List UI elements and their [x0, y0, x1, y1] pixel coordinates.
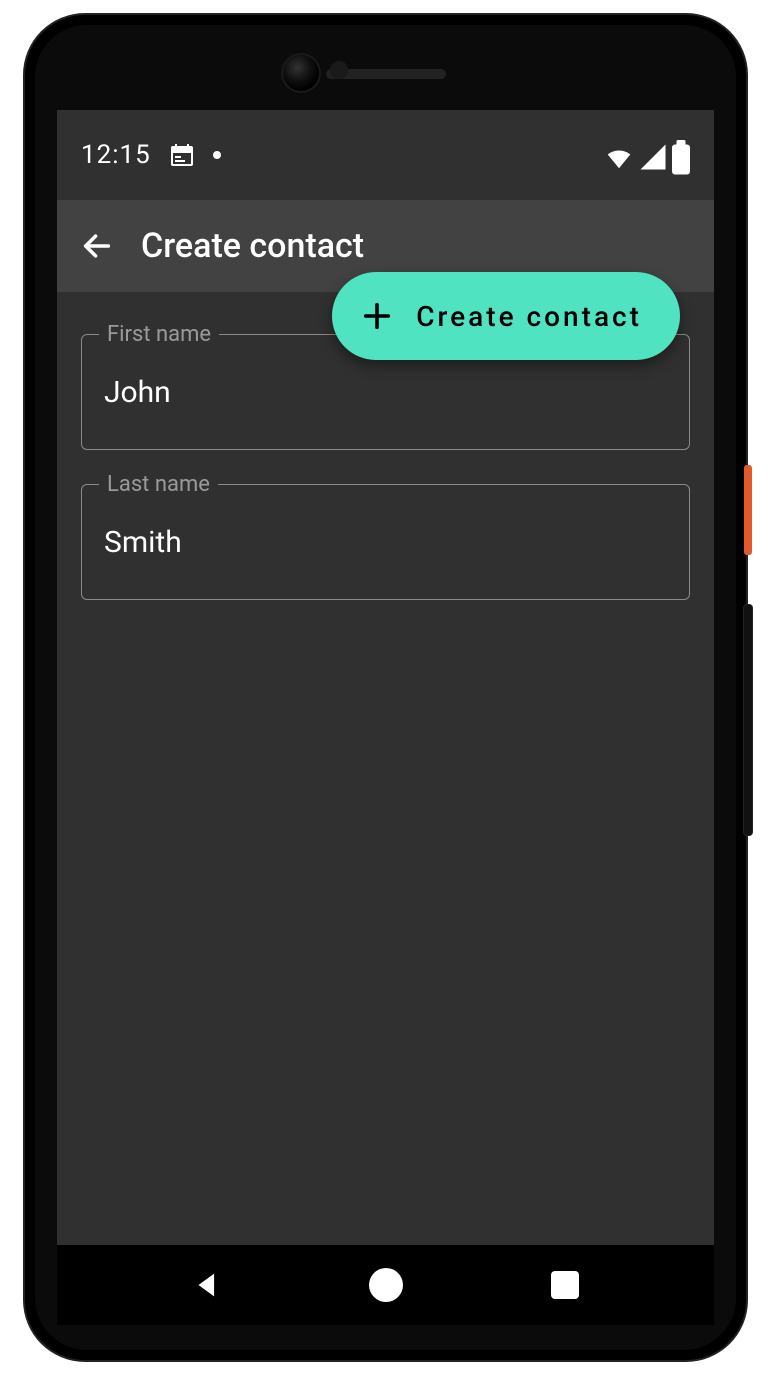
back-button[interactable] — [77, 226, 117, 266]
phone-camera — [283, 55, 319, 91]
screen: DEBUG 12:15 — [57, 110, 714, 1325]
last-name-input[interactable] — [104, 525, 667, 560]
system-nav-bar — [57, 1245, 714, 1325]
circle-icon — [369, 1268, 403, 1302]
status-dot-icon — [213, 151, 221, 159]
first-name-input[interactable] — [104, 375, 667, 410]
status-bar: 12:15 — [57, 110, 714, 200]
nav-back-button[interactable] — [187, 1265, 227, 1305]
last-name-label: Last name — [99, 472, 218, 497]
arrow-left-icon — [80, 229, 114, 263]
first-name-label: First name — [99, 322, 219, 347]
status-time: 12:15 — [81, 140, 151, 170]
create-contact-fab[interactable]: Create contact — [332, 272, 680, 360]
page-title: Create contact — [141, 226, 364, 266]
phone-frame: DEBUG 12:15 — [25, 15, 746, 1360]
phone-sensor — [330, 61, 348, 79]
last-name-field: Last name — [81, 484, 690, 600]
plus-icon — [360, 299, 394, 333]
triangle-left-icon — [190, 1268, 224, 1302]
signal-icon — [638, 142, 668, 168]
notification-icon — [169, 143, 195, 167]
phone-volume-button — [744, 605, 752, 835]
nav-recent-button[interactable] — [545, 1265, 585, 1305]
battery-icon — [672, 140, 690, 170]
square-icon — [551, 1271, 579, 1299]
fab-label: Create contact — [416, 300, 642, 333]
wifi-icon — [604, 142, 634, 168]
phone-power-button — [744, 465, 752, 555]
nav-home-button[interactable] — [366, 1265, 406, 1305]
